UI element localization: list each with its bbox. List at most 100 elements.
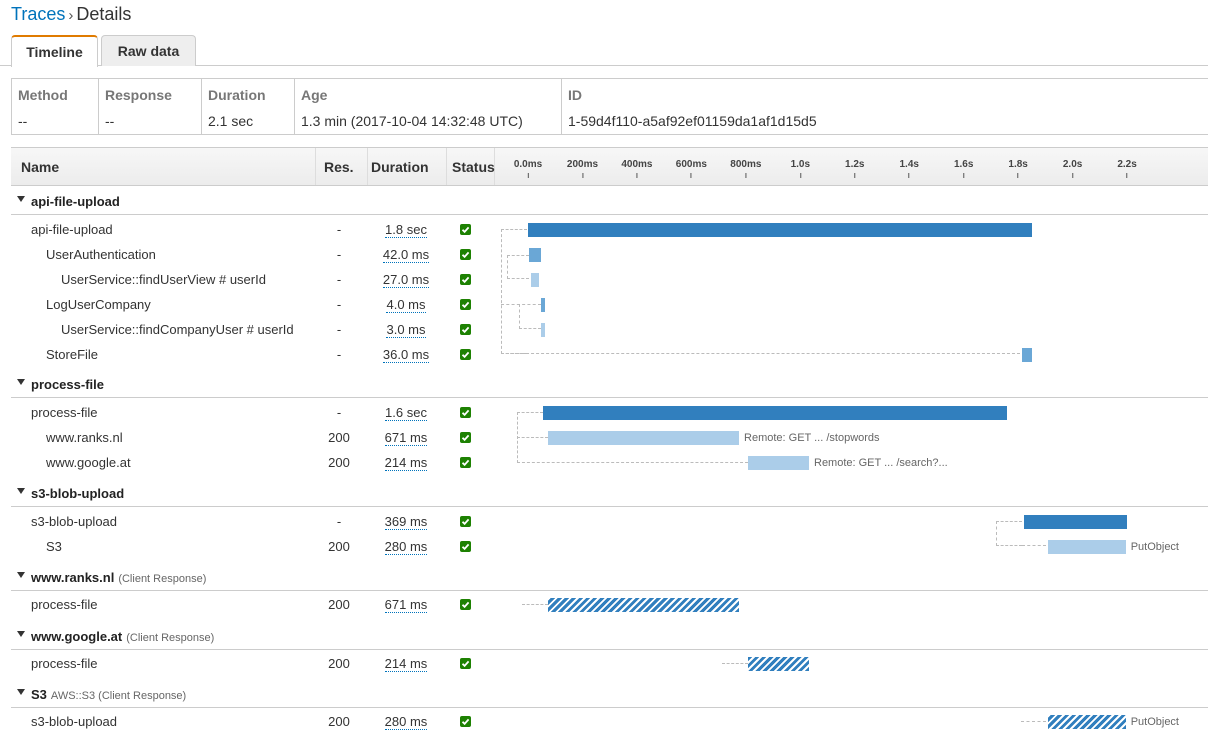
timeline-bar[interactable] — [541, 298, 546, 312]
row-name[interactable]: UserService::findUserView # userId — [61, 272, 266, 287]
row-duration-value[interactable]: 369 ms — [384, 514, 428, 530]
timeline-bar[interactable] — [529, 248, 541, 262]
timeline-bar[interactable] — [528, 223, 1032, 237]
segment-group-name: S3 AWS::S3 (Client Response) — [31, 687, 186, 702]
table-row[interactable]: process-file - 1.6 sec — [11, 401, 1208, 426]
row-duration-value[interactable]: 36.0 ms — [382, 347, 430, 363]
timeline-bar[interactable] — [548, 431, 740, 445]
row-duration-value[interactable]: 1.8 sec — [385, 222, 427, 238]
row-name[interactable]: process-file — [31, 405, 97, 420]
row-duration-value[interactable]: 280 ms — [384, 714, 428, 730]
row-name[interactable]: api-file-upload — [31, 222, 113, 237]
row-duration[interactable]: 36.0 ms — [366, 347, 446, 363]
row-name[interactable]: UserService::findCompanyUser # userId — [61, 322, 294, 337]
column-duration[interactable]: Duration — [368, 148, 447, 185]
caret-down-icon[interactable] — [17, 196, 25, 202]
row-duration-value[interactable]: 280 ms — [384, 539, 428, 555]
table-row[interactable]: UserService::findUserView # userId - 27.0 … — [11, 268, 1208, 293]
row-name[interactable]: www.ranks.nl — [46, 430, 123, 445]
caret-down-icon[interactable] — [17, 572, 25, 578]
caret-down-icon[interactable] — [17, 379, 25, 385]
timeline-bar[interactable] — [542, 406, 1008, 420]
row-name[interactable]: s3-blob-upload — [31, 514, 117, 529]
segment-group-header[interactable]: process-file — [11, 370, 1208, 398]
row-response: 200 — [328, 539, 350, 554]
table-row[interactable]: StoreFile - 36.0 ms — [11, 343, 1208, 368]
column-res[interactable]: Res. — [316, 148, 368, 185]
row-duration[interactable]: 671 ms — [366, 430, 446, 446]
status-ok-check-icon — [460, 716, 471, 727]
summary-method-value: -- — [18, 113, 28, 129]
timeline-tick-label: 1.4s — [899, 159, 919, 170]
timeline-bar[interactable] — [1024, 515, 1128, 529]
table-row[interactable]: UserAuthentication - 42.0 ms — [11, 243, 1208, 268]
row-duration[interactable]: 280 ms — [366, 714, 446, 730]
segment-group-header[interactable]: s3-blob-upload — [11, 479, 1208, 507]
row-duration[interactable]: 214 ms — [366, 455, 446, 471]
span-connector-line — [517, 437, 548, 438]
row-duration-value[interactable]: 3.0 ms — [386, 322, 426, 338]
row-duration[interactable]: 214 ms — [366, 656, 446, 672]
status-ok-check-icon — [460, 249, 471, 260]
caret-down-icon[interactable] — [17, 488, 25, 494]
span-connector-line — [501, 353, 1020, 354]
segment-group-header[interactable]: S3 AWS::S3 (Client Response) — [11, 680, 1208, 708]
row-duration-value[interactable]: 214 ms — [384, 455, 428, 471]
timeline-bar[interactable] — [541, 323, 546, 337]
row-name[interactable]: UserAuthentication — [46, 247, 156, 262]
row-duration[interactable]: 27.0 ms — [366, 272, 446, 288]
timeline-bar[interactable] — [1048, 540, 1126, 554]
caret-down-icon[interactable] — [17, 689, 25, 695]
row-duration-value[interactable]: 214 ms — [384, 656, 428, 672]
row-duration-value[interactable]: 4.0 ms — [386, 297, 426, 313]
segment-group-origin: AWS::S3 (Client Response) — [50, 690, 187, 702]
table-row[interactable]: www.ranks.nl 200 671 ms Remote: GET ... /st… — [11, 426, 1208, 451]
row-duration[interactable]: 3.0 ms — [366, 322, 446, 338]
timeline-bar[interactable] — [748, 657, 809, 671]
row-duration[interactable]: 671 ms — [366, 597, 446, 613]
row-duration-value[interactable]: 671 ms — [384, 430, 428, 446]
segment-group-header[interactable]: api-file-upload — [11, 187, 1208, 215]
row-name[interactable]: process-file — [31, 597, 97, 612]
timeline-bar[interactable] — [1048, 715, 1126, 729]
table-row[interactable]: s3-blob-upload 200 280 ms PutObject — [11, 710, 1208, 735]
row-name[interactable]: process-file — [31, 656, 97, 671]
caret-down-icon[interactable] — [17, 631, 25, 637]
row-duration[interactable]: 1.8 sec — [366, 222, 446, 238]
timeline-bar[interactable] — [1021, 348, 1032, 362]
table-row[interactable]: process-file 200 671 ms — [11, 593, 1208, 618]
column-name[interactable]: Name — [11, 148, 316, 185]
row-duration-value[interactable]: 27.0 ms — [382, 272, 430, 288]
table-row[interactable]: s3-blob-upload - 369 ms — [11, 510, 1208, 535]
column-status[interactable]: Status — [447, 148, 495, 185]
row-duration[interactable]: 4.0 ms — [366, 297, 446, 313]
segment-group-header[interactable]: www.google.at (Client Response) — [11, 622, 1208, 650]
segment-group-header[interactable]: www.ranks.nl (Client Response) — [11, 563, 1208, 591]
table-row[interactable]: process-file 200 214 ms — [11, 652, 1208, 677]
timeline-bar[interactable] — [748, 456, 809, 470]
table-row[interactable]: S3 200 280 ms PutObject — [11, 535, 1208, 560]
tab-timeline[interactable]: Timeline — [11, 35, 98, 67]
timeline-bar[interactable] — [531, 273, 539, 287]
row-response: 200 — [328, 597, 350, 612]
row-duration[interactable]: 369 ms — [366, 514, 446, 530]
breadcrumb-traces-link[interactable]: Traces — [11, 4, 65, 24]
row-name[interactable]: StoreFile — [46, 347, 98, 362]
timeline-bar[interactable] — [548, 598, 740, 612]
row-duration[interactable]: 280 ms — [366, 539, 446, 555]
row-duration-value[interactable]: 671 ms — [384, 597, 428, 613]
row-duration[interactable]: 42.0 ms — [366, 247, 446, 263]
row-duration-value[interactable]: 1.6 sec — [385, 405, 427, 421]
table-row[interactable]: UserService::findCompanyUser # userId - 3.… — [11, 318, 1208, 343]
row-duration-value[interactable]: 42.0 ms — [382, 247, 430, 263]
row-duration[interactable]: 1.6 sec — [366, 405, 446, 421]
row-name[interactable]: www.google.at — [46, 455, 131, 470]
tab-raw-data[interactable]: Raw data — [101, 35, 196, 66]
row-name[interactable]: LogUserCompany — [46, 297, 151, 312]
table-row[interactable]: www.google.at 200 214 ms Remote: GET ... /s… — [11, 451, 1208, 476]
row-name[interactable]: s3-blob-upload — [31, 714, 117, 729]
breadcrumb-current: Details — [76, 4, 132, 24]
row-name[interactable]: S3 — [46, 539, 62, 554]
table-row[interactable]: api-file-upload - 1.8 sec — [11, 218, 1208, 243]
table-row[interactable]: LogUserCompany - 4.0 ms — [11, 293, 1208, 318]
